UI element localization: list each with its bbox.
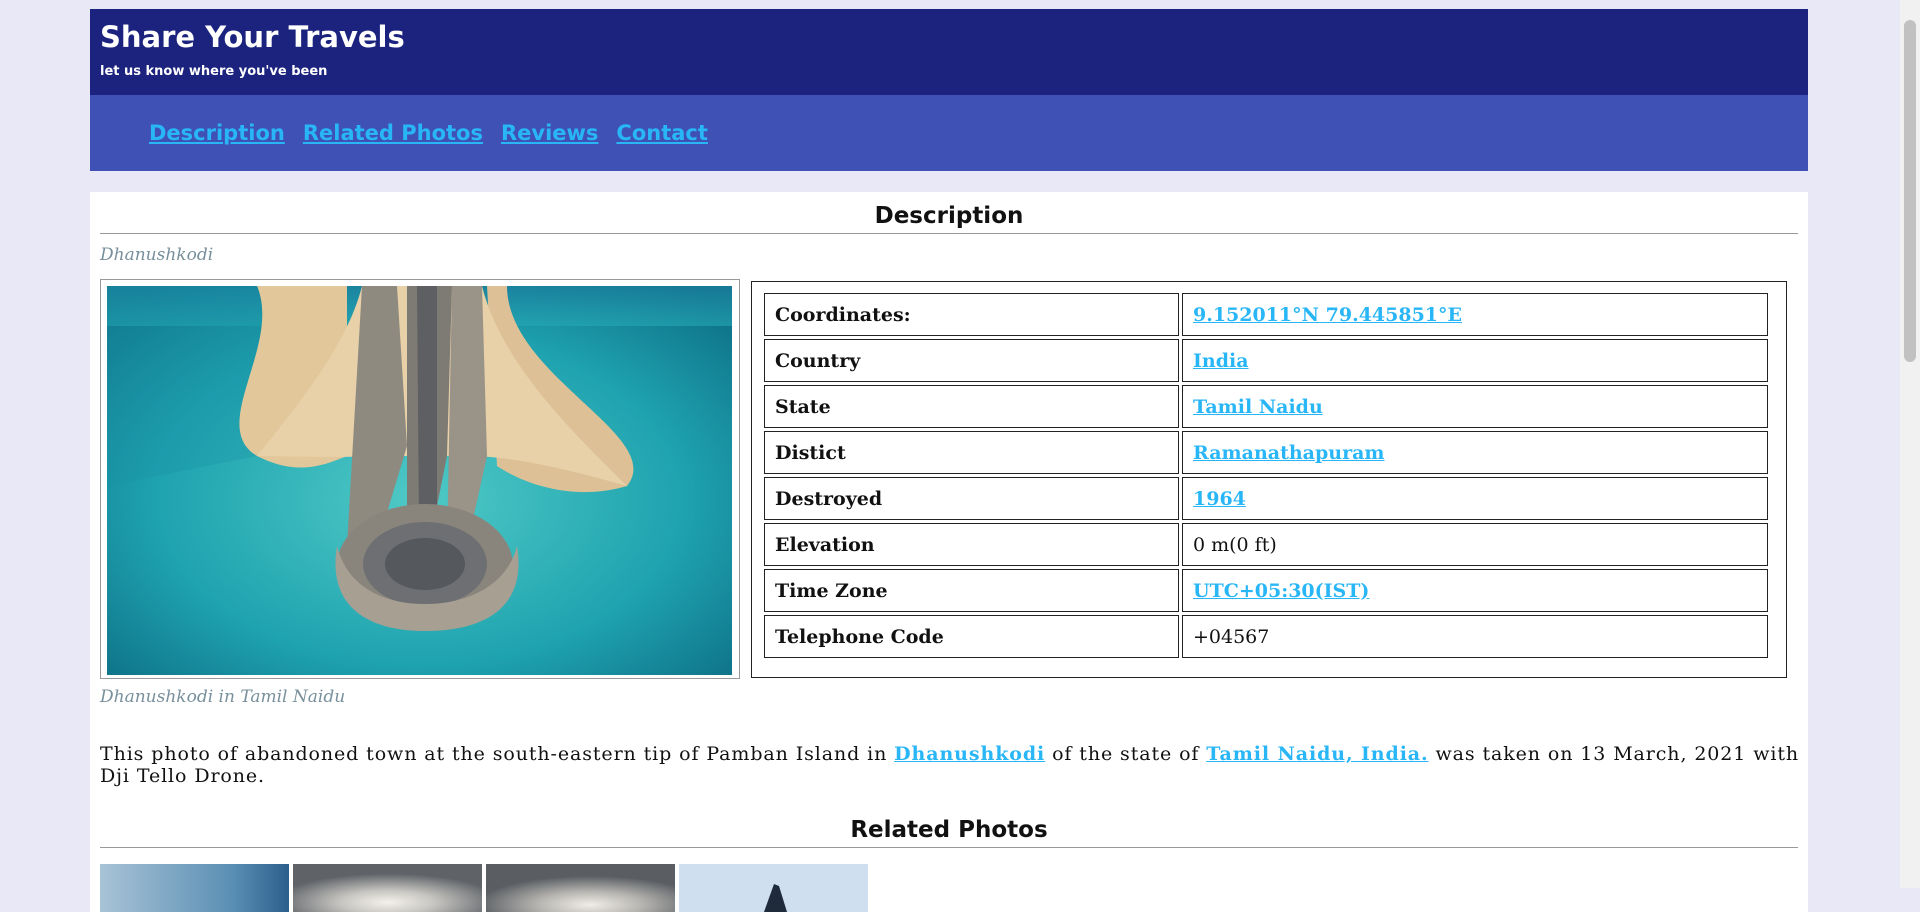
- fact-value-cell: 9.152011°N 79.445851°E: [1182, 293, 1768, 336]
- fact-value-cell: 1964: [1182, 477, 1768, 520]
- dhanushkodi-link[interactable]: Dhanushkodi: [894, 743, 1045, 765]
- site-header: Share Your Travels let us know where you…: [90, 9, 1808, 95]
- fact-label: Country: [764, 339, 1179, 382]
- fact-value: 0 m(0 ft): [1182, 523, 1768, 566]
- fact-row: Destroyed 1964: [764, 477, 1768, 520]
- facts-table: Coordinates: 9.152011°N 79.445851°E Countr…: [761, 290, 1771, 661]
- related-photos-strip: [100, 864, 868, 912]
- fact-row: Telephone Code +04567: [764, 615, 1768, 658]
- related-photo-thumbnail[interactable]: [679, 864, 868, 912]
- photo-caption: Dhanushkodi in Tamil Naidu: [100, 687, 346, 707]
- main-content: Description Dhanushkodi Dhanushkodi in T…: [90, 192, 1808, 912]
- fact-value-link[interactable]: 9.152011°N 79.445851°E: [1193, 304, 1462, 326]
- fact-row: Elevation 0 m(0 ft): [764, 523, 1768, 566]
- fact-label: Coordinates:: [764, 293, 1179, 336]
- fact-value-link[interactable]: India: [1193, 350, 1249, 372]
- description-text: This photo of abandoned town at the sout…: [100, 743, 895, 765]
- vertical-scrollbar[interactable]: [1900, 0, 1920, 888]
- tamil-naidu-india-link[interactable]: Tamil Naidu, India.: [1206, 743, 1428, 765]
- main-nav: Description Related Photos Reviews Conta…: [90, 95, 1808, 171]
- fact-value-cell: UTC+05:30(IST): [1182, 569, 1768, 612]
- fact-value: +04567: [1182, 615, 1768, 658]
- fact-label: Time Zone: [764, 569, 1179, 612]
- aerial-photo: [107, 286, 732, 675]
- fact-value-cell: Tamil Naidu: [1182, 385, 1768, 428]
- fact-label: State: [764, 385, 1179, 428]
- site-title: Share Your Travels: [100, 20, 405, 54]
- fact-value-link[interactable]: Ramanathapuram: [1193, 442, 1385, 464]
- nav-link-reviews[interactable]: Reviews: [501, 121, 598, 145]
- description-heading: Description: [100, 192, 1798, 234]
- nav-link-contact[interactable]: Contact: [616, 121, 708, 145]
- figure-row: Dhanushkodi in Tamil Naidu Coordinates: 9…: [100, 265, 1798, 707]
- fact-label: Destroyed: [764, 477, 1179, 520]
- related-photo-thumbnail[interactable]: [293, 864, 482, 912]
- fact-row: Country India: [764, 339, 1768, 382]
- related-photo-thumbnail[interactable]: [100, 864, 289, 912]
- fact-row: Coordinates: 9.152011°N 79.445851°E: [764, 293, 1768, 336]
- description-text: of the state of: [1045, 743, 1207, 765]
- fact-value-link[interactable]: 1964: [1193, 488, 1246, 510]
- fact-value-link[interactable]: UTC+05:30(IST): [1193, 580, 1369, 602]
- facts-box: Coordinates: 9.152011°N 79.445851°E Countr…: [751, 281, 1787, 678]
- fact-value-link[interactable]: Tamil Naidu: [1193, 396, 1323, 418]
- fact-value-cell: Ramanathapuram: [1182, 431, 1768, 474]
- fact-value-cell: India: [1182, 339, 1768, 382]
- fact-row: State Tamil Naidu: [764, 385, 1768, 428]
- place-subtitle: Dhanushkodi: [100, 245, 214, 265]
- nav-link-description[interactable]: Description: [149, 121, 285, 145]
- page-container: Share Your Travels let us know where you…: [90, 9, 1808, 912]
- fact-label: Telephone Code: [764, 615, 1179, 658]
- place-photo-frame: [100, 279, 740, 679]
- scrollbar-thumb[interactable]: [1904, 20, 1916, 362]
- related-photos-heading: Related Photos: [100, 817, 1798, 848]
- fact-row: Distict Ramanathapuram: [764, 431, 1768, 474]
- nav-link-related-photos[interactable]: Related Photos: [303, 121, 483, 145]
- fact-label: Elevation: [764, 523, 1179, 566]
- fact-row: Time Zone UTC+05:30(IST): [764, 569, 1768, 612]
- fact-label: Distict: [764, 431, 1179, 474]
- related-photo-thumbnail[interactable]: [486, 864, 675, 912]
- description-paragraph: This photo of abandoned town at the sout…: [100, 743, 1800, 787]
- site-tagline: let us know where you've been: [100, 64, 328, 79]
